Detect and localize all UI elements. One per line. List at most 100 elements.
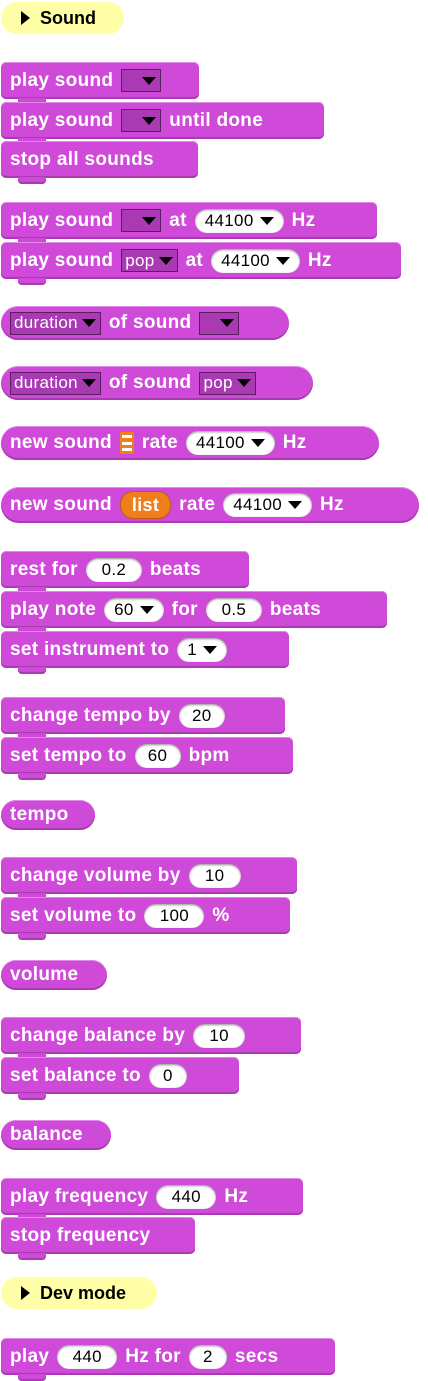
sound-dropdown[interactable]: pop <box>121 249 178 272</box>
chevron-down-icon <box>220 319 235 327</box>
balance-input[interactable]: 0 <box>148 1063 187 1088</box>
reporter-duration-of-sound-pop[interactable]: duration of sound pop <box>1 366 313 400</box>
note-input[interactable]: 60 <box>104 597 164 622</box>
list-icon[interactable] <box>119 432 134 454</box>
block-label: play sound <box>10 69 114 91</box>
balance-value: 10 <box>209 1025 229 1045</box>
unit-label: beats <box>149 558 202 580</box>
reporter-balance[interactable]: balance <box>1 1120 111 1150</box>
block-label: play <box>10 1345 50 1367</box>
unit-label: Hz <box>291 209 316 231</box>
beats-value: 0.2 <box>101 559 127 579</box>
chevron-down-icon <box>81 319 96 327</box>
sound-value: pop <box>125 250 155 270</box>
beats-input[interactable]: 0.2 <box>85 557 142 582</box>
block-set-instrument[interactable]: set instrument to 1 <box>1 631 289 674</box>
seconds-value: 2 <box>202 1346 213 1366</box>
block-play-sound[interactable]: play sound <box>1 62 199 105</box>
block-set-tempo[interactable]: set tempo to 60 bpm <box>1 737 293 780</box>
frequency-value: 440 <box>171 1186 201 1206</box>
chevron-down-icon <box>142 216 157 225</box>
sound-dropdown[interactable] <box>121 109 162 132</box>
chevron-down-icon <box>236 379 251 387</box>
block-play-sound-at-rate[interactable]: play sound at 44100 Hz <box>1 202 377 245</box>
sound-dropdown[interactable]: pop <box>199 371 256 395</box>
balance-input[interactable]: 10 <box>193 1023 246 1048</box>
block-set-volume[interactable]: set volume to 100 % <box>1 897 290 940</box>
block-change-tempo[interactable]: change tempo by 20 <box>1 697 285 740</box>
block-label: set instrument to <box>10 638 170 660</box>
block-stop-all-sounds[interactable]: stop all sounds <box>1 141 198 184</box>
attribute-value: duration <box>14 373 78 392</box>
block-stop-frequency[interactable]: stop frequency <box>1 1217 195 1260</box>
unit-label: bpm <box>188 744 230 766</box>
block-play-note[interactable]: play note 60 for 0.5 beats <box>1 591 387 634</box>
block-label: balance <box>10 1124 83 1145</box>
block-label: for <box>171 598 198 620</box>
block-label: of sound <box>108 312 192 333</box>
block-play-hz-for-secs[interactable]: play 440 Hz for 2 secs <box>1 1338 335 1381</box>
beats-value: 0.5 <box>221 599 247 619</box>
volume-input[interactable]: 10 <box>188 863 241 888</box>
sound-dropdown[interactable] <box>121 69 162 92</box>
rate-input[interactable]: 44100 <box>223 493 312 517</box>
chevron-down-icon <box>158 256 173 265</box>
rate-input[interactable]: 44100 <box>194 208 284 233</box>
unit-label: Hz <box>319 494 344 515</box>
beats-input[interactable]: 0.5 <box>205 597 262 622</box>
sound-value: pop <box>203 373 233 392</box>
reporter-new-sound-list[interactable]: new sound list rate 44100 Hz <box>1 487 419 523</box>
chevron-down-icon <box>203 645 217 654</box>
chevron-down-icon <box>139 605 154 614</box>
block-label: change volume by <box>10 864 181 886</box>
category-sound[interactable]: Sound <box>1 2 124 34</box>
chevron-down-icon <box>287 501 302 509</box>
list-label: list <box>131 494 160 515</box>
expand-triangle-icon <box>21 11 30 25</box>
reporter-new-sound[interactable]: new sound rate 44100 Hz <box>1 426 379 460</box>
attribute-dropdown[interactable]: duration <box>10 311 101 335</box>
category-dev-mode[interactable]: Dev mode <box>1 1277 157 1309</box>
block-play-sound-pop-at-rate[interactable]: play sound pop at 44100 Hz <box>1 242 401 285</box>
expand-triangle-icon <box>21 1286 30 1300</box>
volume-input[interactable]: 100 <box>144 903 205 928</box>
tempo-input[interactable]: 60 <box>134 743 181 768</box>
chevron-down-icon <box>142 116 157 125</box>
list-reporter[interactable]: list <box>119 491 172 519</box>
seconds-input[interactable]: 2 <box>188 1344 227 1369</box>
block-rest-for[interactable]: rest for 0.2 beats <box>1 551 249 594</box>
frequency-value: 440 <box>72 1346 102 1366</box>
reporter-duration-of-sound[interactable]: duration of sound <box>1 306 289 340</box>
volume-value: 10 <box>204 865 225 885</box>
block-label: stop all sounds <box>10 148 154 170</box>
reporter-volume[interactable]: volume <box>1 960 107 990</box>
block-set-balance[interactable]: set balance to 0 <box>1 1057 239 1100</box>
block-label: until done <box>169 109 264 131</box>
block-label: new sound <box>10 494 112 515</box>
unit-label: secs <box>234 1345 279 1367</box>
block-change-balance[interactable]: change balance by 10 <box>1 1017 301 1060</box>
block-label: new sound <box>10 432 112 453</box>
block-change-volume[interactable]: change volume by 10 <box>1 857 297 900</box>
rate-input[interactable]: 44100 <box>185 431 275 455</box>
rate-value: 44100 <box>195 433 245 452</box>
block-label: set tempo to <box>10 744 127 766</box>
attribute-dropdown[interactable]: duration <box>10 371 101 395</box>
block-label: change tempo by <box>10 704 171 726</box>
reporter-tempo[interactable]: tempo <box>1 800 95 830</box>
instrument-input[interactable]: 1 <box>177 637 227 662</box>
block-label: play note <box>10 598 97 620</box>
chevron-down-icon <box>275 256 290 265</box>
sound-dropdown[interactable] <box>199 311 240 335</box>
chevron-down-icon <box>250 439 265 447</box>
tempo-input[interactable]: 20 <box>178 703 225 728</box>
frequency-input[interactable]: 440 <box>156 1184 217 1209</box>
tempo-value: 20 <box>191 705 212 725</box>
frequency-input[interactable]: 440 <box>57 1344 118 1369</box>
chevron-down-icon <box>142 76 157 85</box>
rate-input[interactable]: 44100 <box>211 248 300 273</box>
sound-dropdown[interactable] <box>121 209 162 232</box>
block-label: rate <box>179 494 216 515</box>
block-play-frequency[interactable]: play frequency 440 Hz <box>1 1178 303 1221</box>
block-play-sound-until-done[interactable]: play sound until done <box>1 102 324 145</box>
